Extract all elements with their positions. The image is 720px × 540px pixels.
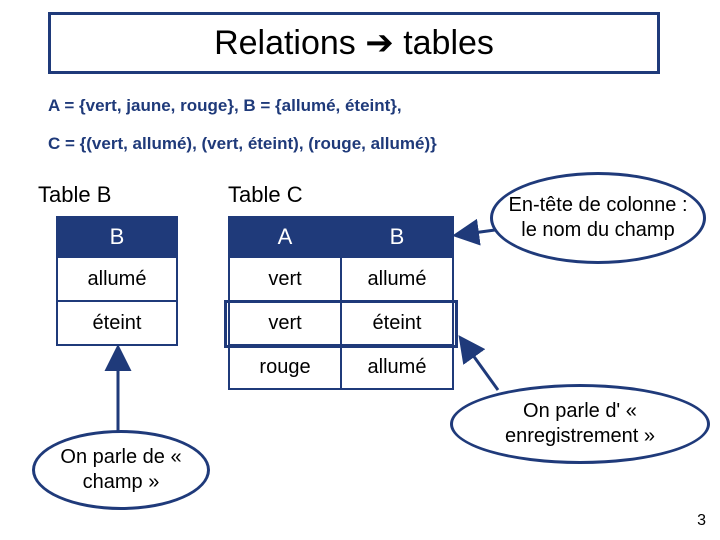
table-row: B [57, 217, 177, 257]
table-c-cell: vert [229, 301, 341, 345]
callout-text: On parle de « champ » [43, 445, 199, 495]
table-row: A B [229, 217, 453, 257]
table-b-cell: allumé [57, 257, 177, 301]
table-row: vert éteint [229, 301, 453, 345]
table-row: rouge allumé [229, 345, 453, 389]
table-b-label: Table B [38, 182, 111, 208]
table-b-cell: éteint [57, 301, 177, 345]
table-row: éteint [57, 301, 177, 345]
table-c-label: Table C [228, 182, 303, 208]
page-number: 3 [697, 512, 706, 530]
definition-line-2: C = {(vert, allumé), (vert, éteint), (ro… [48, 134, 437, 154]
table-c-cell: éteint [341, 301, 453, 345]
table-c-cell: vert [229, 257, 341, 301]
callout-text: En-tête de colonne : le nom du champ [501, 193, 695, 243]
table-row: vert allumé [229, 257, 453, 301]
callout-column-header: En-tête de colonne : le nom du champ [490, 172, 706, 264]
slide-title-box: Relations ➔ tables [48, 12, 660, 74]
table-b: B allumé éteint [56, 216, 178, 346]
table-c: A B vert allumé vert éteint rouge allumé [228, 216, 454, 390]
table-b-header: B [57, 217, 177, 257]
table-c-header-b: B [341, 217, 453, 257]
table-c-cell: allumé [341, 257, 453, 301]
table-c-cell: allumé [341, 345, 453, 389]
callout-field: On parle de « champ » [32, 430, 210, 510]
table-row: allumé [57, 257, 177, 301]
callout-record: On parle d' « enregistrement » [450, 384, 710, 464]
callout-text: On parle d' « enregistrement » [461, 399, 699, 449]
table-c-header-a: A [229, 217, 341, 257]
slide-title: Relations ➔ tables [214, 23, 494, 63]
definition-line-1: A = {vert, jaune, rouge}, B = {allumé, é… [48, 96, 402, 116]
table-c-cell: rouge [229, 345, 341, 389]
